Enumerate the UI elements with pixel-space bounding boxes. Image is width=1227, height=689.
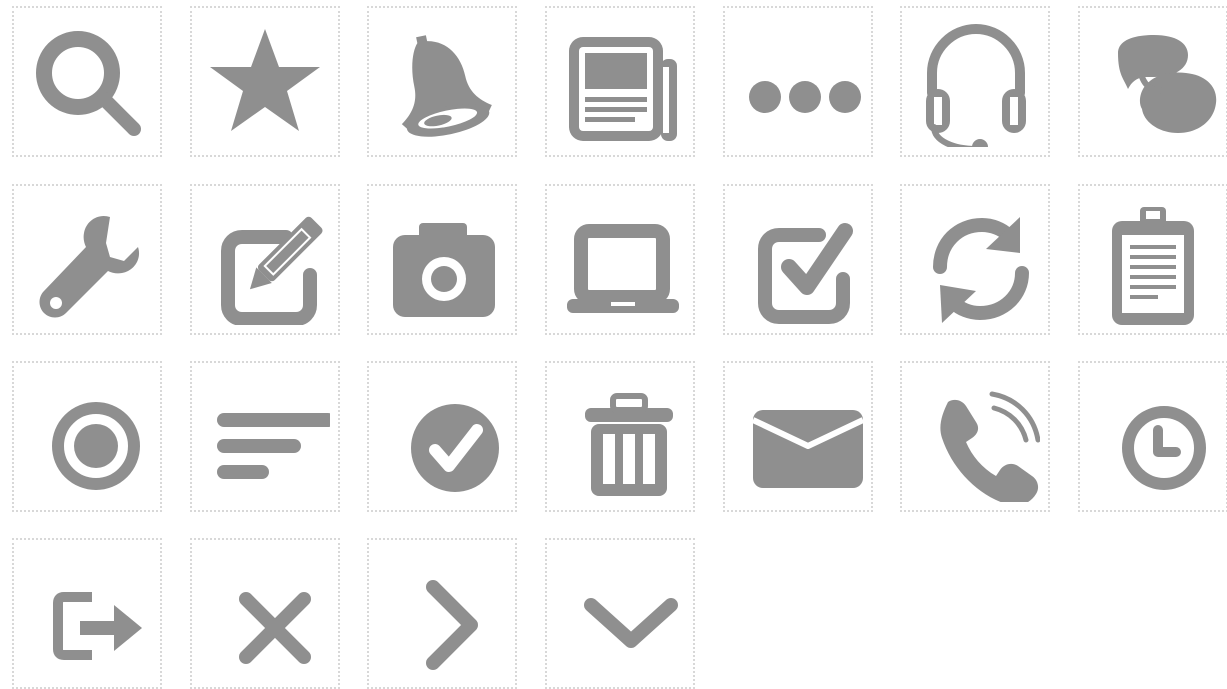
icon-cell-trash[interactable] (545, 361, 695, 512)
icon-cell-close[interactable] (190, 538, 340, 689)
icon-cell-bell[interactable] (367, 6, 517, 157)
laptop-icon (567, 223, 679, 313)
icon-cell-laptop[interactable] (545, 184, 695, 335)
chat-icon (1118, 34, 1217, 133)
icon-cell-refresh[interactable] (900, 184, 1050, 335)
phone-icon (940, 391, 1040, 502)
icon-cell-clipboard[interactable] (1078, 184, 1227, 335)
icon-cell-star[interactable] (190, 6, 340, 157)
icon-cell-phone[interactable] (900, 361, 1050, 512)
bell-icon (401, 34, 492, 137)
record-icon (52, 401, 140, 490)
icon-cell-newspaper[interactable] (545, 6, 695, 157)
edit-icon (221, 216, 323, 325)
icon-cell-logout[interactable] (12, 538, 162, 689)
align-left-icon (217, 412, 330, 479)
headset-icon (926, 23, 1026, 147)
icon-cell-checkbox[interactable] (723, 184, 873, 335)
clipboard-icon (1112, 206, 1194, 325)
checkbox-icon (758, 222, 853, 324)
icon-cell-chat[interactable] (1078, 6, 1227, 157)
star-icon (210, 28, 320, 131)
close-icon (239, 591, 311, 664)
icon-cell-mail[interactable] (723, 361, 873, 512)
icon-cell-chevron-right[interactable] (367, 538, 517, 689)
trash-icon (585, 392, 673, 496)
icon-cell-check-circle[interactable] (367, 361, 517, 512)
wrench-icon (39, 215, 140, 317)
icon-cell-camera[interactable] (367, 184, 517, 335)
icon-cell-edit[interactable] (190, 184, 340, 335)
newspaper-icon (569, 36, 677, 141)
more-icon (749, 80, 861, 113)
icon-cell-align-left[interactable] (190, 361, 340, 512)
icon-cell-headset[interactable] (900, 6, 1050, 157)
icon-grid (0, 0, 1227, 689)
icon-cell-more[interactable] (723, 6, 873, 157)
icon-cell-wrench[interactable] (12, 184, 162, 335)
logout-icon (53, 591, 142, 660)
refresh-icon (933, 216, 1029, 323)
search-icon (36, 30, 141, 136)
clock-icon (1122, 405, 1206, 490)
icon-cell-search[interactable] (12, 6, 162, 157)
icon-cell-chevron-down[interactable] (545, 538, 695, 689)
chevron-right-icon (426, 579, 478, 670)
chevron-down-icon (584, 597, 678, 648)
camera-icon (393, 222, 495, 317)
check-circle-icon (411, 403, 499, 492)
mail-icon (751, 409, 863, 488)
icon-cell-clock[interactable] (1078, 361, 1227, 512)
icon-cell-record[interactable] (12, 361, 162, 512)
